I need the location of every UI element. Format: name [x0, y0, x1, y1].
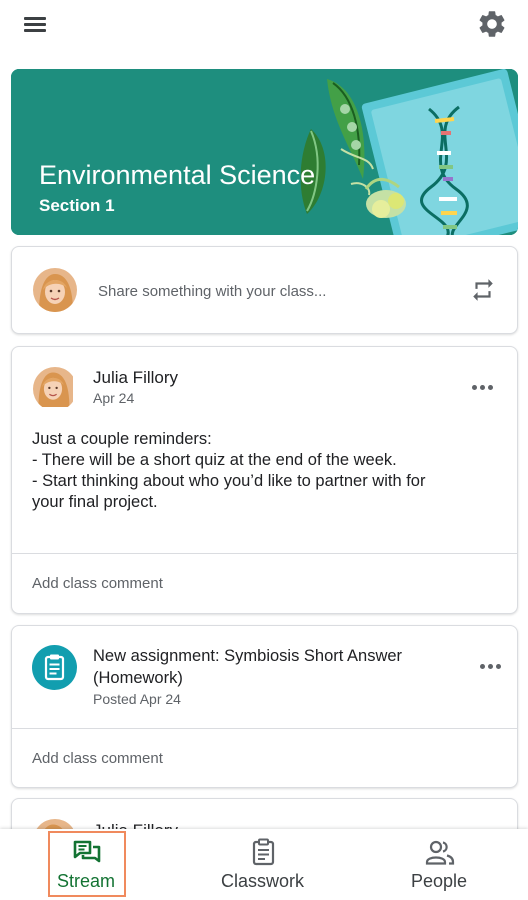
nav-label-people: People: [411, 871, 468, 891]
assignment-title[interactable]: New assignment: Symbiosis Short Answer (…: [93, 645, 463, 689]
add-class-comment-link[interactable]: Add class comment: [32, 575, 163, 592]
classwork-icon: [250, 838, 280, 866]
bottom-navigation: Stream Classwork People: [0, 829, 528, 900]
post-body-line: - There will be a short quiz at the end …: [32, 451, 397, 469]
divider: [12, 553, 517, 554]
post-body: Just a couple reminders: - There will be…: [32, 429, 502, 513]
more-options-icon[interactable]: [470, 377, 498, 397]
gear-icon[interactable]: [476, 8, 508, 40]
assignment-icon: [32, 645, 77, 690]
announcement-card: Julia Fillory Apr 24 Just a couple remin…: [11, 346, 518, 614]
post-date: Apr 24: [93, 390, 135, 406]
top-app-bar: [0, 0, 528, 56]
class-section: Section 1: [39, 196, 115, 215]
repost-icon[interactable]: [470, 277, 496, 303]
avatar: [33, 268, 77, 312]
people-icon: [425, 838, 455, 866]
add-class-comment-link[interactable]: Add class comment: [32, 750, 163, 767]
active-tab-highlight: [48, 831, 126, 897]
class-title: Environmental Science: [39, 160, 316, 190]
nav-label-classwork: Classwork: [221, 871, 305, 891]
more-options-icon[interactable]: [478, 656, 506, 676]
post-body-line: Just a couple reminders:: [32, 430, 212, 448]
assignment-posted-date: Posted Apr 24: [93, 691, 181, 707]
nav-tab-classwork[interactable]: Classwork: [214, 829, 314, 900]
assignment-card[interactable]: New assignment: Symbiosis Short Answer (…: [11, 625, 518, 788]
avatar: [33, 367, 77, 411]
nav-tab-people[interactable]: People: [400, 829, 480, 900]
hamburger-menu-icon[interactable]: [22, 12, 50, 38]
post-author: Julia Fillory: [93, 368, 179, 387]
post-body-line: your final project.: [32, 493, 158, 511]
post-body-line: - Start thinking about who you’d like to…: [32, 472, 426, 490]
class-banner[interactable]: Environmental Science Section 1: [11, 69, 518, 235]
divider: [12, 728, 517, 729]
share-post-card[interactable]: Share something with your class...: [11, 246, 518, 334]
share-input[interactable]: Share something with your class...: [98, 283, 326, 300]
